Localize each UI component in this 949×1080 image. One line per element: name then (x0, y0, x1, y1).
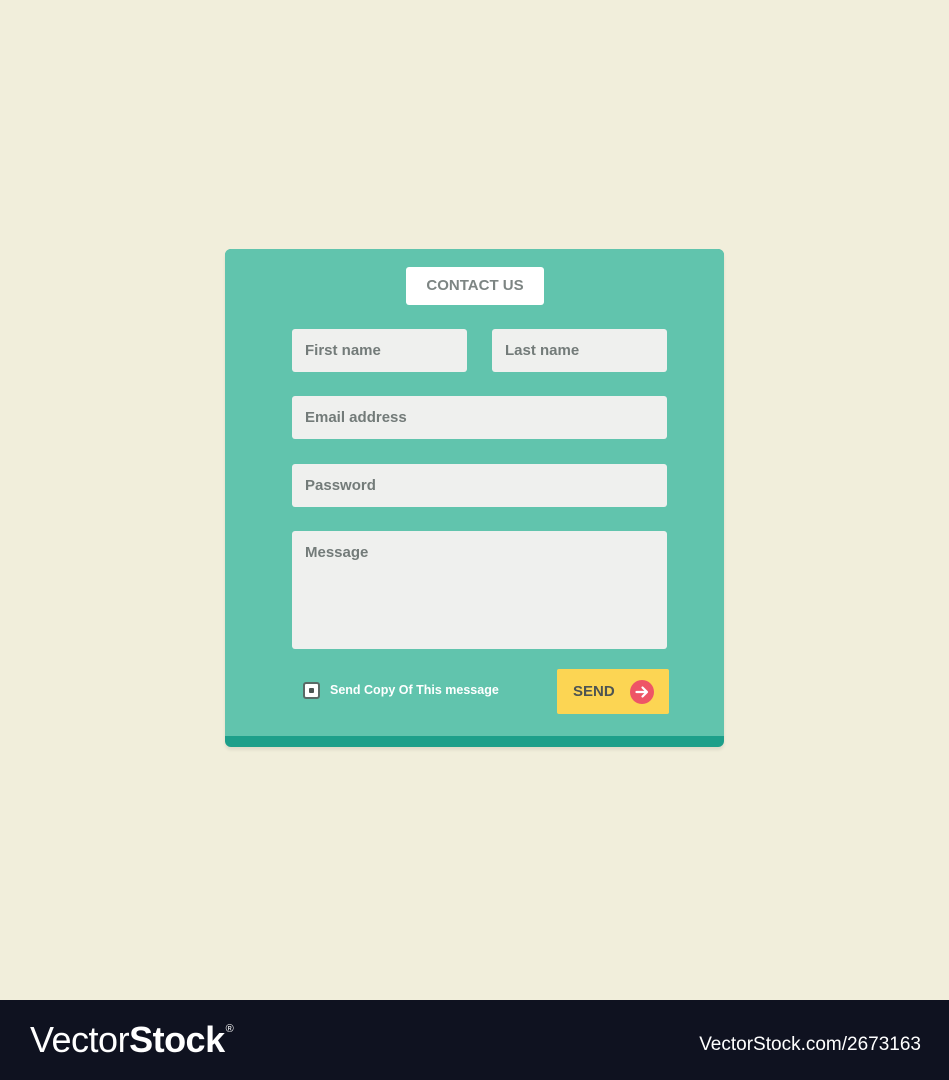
contact-form: CONTACT US First name Last name Email ad… (225, 249, 724, 736)
first-name-field[interactable]: First name (292, 329, 467, 372)
send-copy-checkbox[interactable] (303, 681, 320, 699)
send-button[interactable]: SEND (557, 669, 669, 714)
vectorstock-logo: VectorStock® (30, 1019, 234, 1060)
send-copy-label: Send Copy Of This message (330, 683, 499, 697)
send-copy-option[interactable]: Send Copy Of This message (303, 681, 499, 699)
arrow-right-circle-icon (630, 680, 654, 704)
checkbox-checked-icon (309, 687, 314, 693)
last-name-field[interactable]: Last name (492, 329, 667, 372)
email-field[interactable]: Email address (292, 396, 667, 439)
message-textarea[interactable]: Message (292, 531, 667, 649)
form-title: CONTACT US (406, 267, 544, 305)
contact-card: CONTACT US First name Last name Email ad… (225, 249, 724, 747)
send-button-label: SEND (573, 683, 615, 700)
footer-bar: VectorStock® VectorStock.com/2673163 (0, 1000, 949, 1080)
image-reference-url: VectorStock.com/2673163 (699, 1034, 921, 1055)
password-field[interactable]: Password (292, 464, 667, 507)
